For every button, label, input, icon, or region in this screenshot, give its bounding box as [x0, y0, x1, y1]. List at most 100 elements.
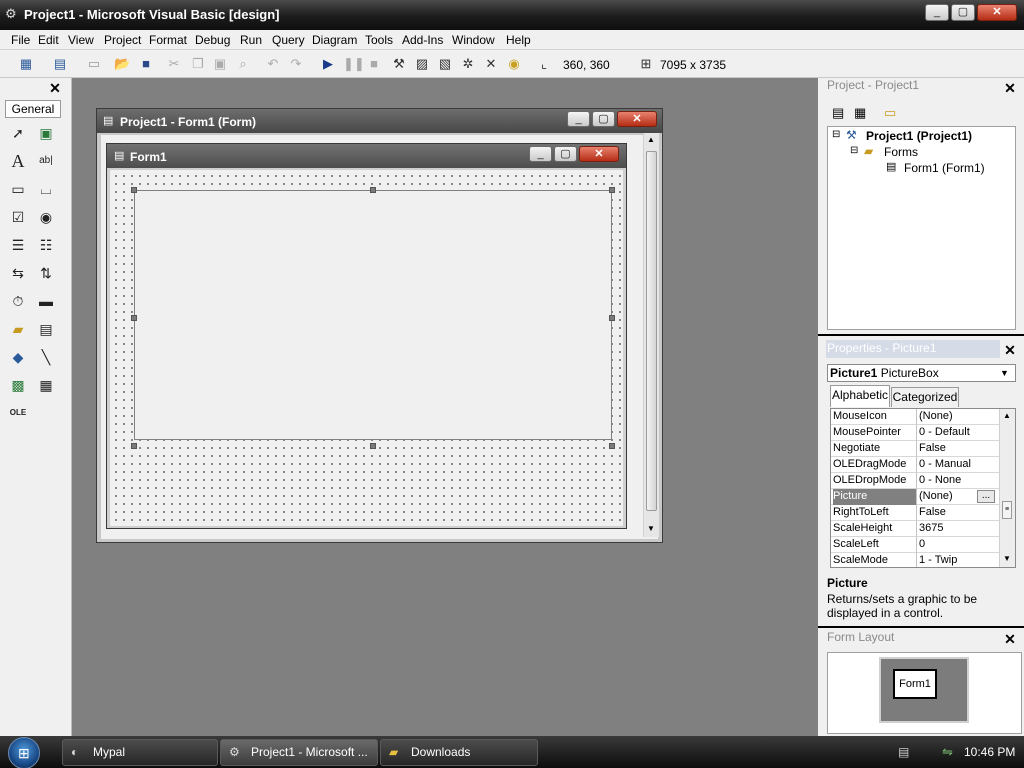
resize-handle[interactable]	[609, 443, 615, 449]
property-row[interactable]: ScaleHeight 3675	[831, 521, 999, 537]
toggle-folders-icon[interactable]: ▭	[884, 105, 896, 121]
form1-title-bar[interactable]: ▤ Form1 _ ▢ ✕	[107, 144, 626, 168]
taskbar-item-downloads[interactable]: ▰ Downloads	[380, 739, 538, 766]
combobox-tool-icon[interactable]: ☰	[7, 234, 29, 256]
shape-tool-icon[interactable]: ◆	[7, 346, 29, 368]
keyboard-icon[interactable]: ▤	[898, 745, 909, 759]
menu-file[interactable]: File	[11, 33, 30, 47]
tab-alphabetic[interactable]: Alphabetic	[830, 385, 890, 407]
filelistbox-tool-icon[interactable]: ▤	[35, 318, 57, 340]
menu-editor-icon[interactable]: ▭	[86, 56, 102, 72]
start-button[interactable]: ⊞	[8, 737, 40, 768]
menu-window[interactable]: Window	[452, 33, 495, 47]
property-row[interactable]: MouseIcon (None)	[831, 409, 999, 425]
maximize-button[interactable]: ▢	[951, 4, 975, 21]
menu-project[interactable]: Project	[104, 33, 141, 47]
end-icon[interactable]: ■	[366, 56, 382, 72]
resize-handle[interactable]	[370, 443, 376, 449]
form1[interactable]: ▤ Form1 _ ▢ ✕	[106, 143, 627, 529]
view-object-icon[interactable]: ▦	[854, 105, 866, 121]
find-icon[interactable]: ⌕	[235, 56, 251, 72]
project-explorer-close-icon[interactable]: ✕	[1003, 81, 1017, 95]
redo-icon[interactable]: ↷	[288, 56, 304, 72]
copy-icon[interactable]: ❐	[190, 56, 206, 72]
scrollbar-thumb[interactable]	[646, 151, 657, 511]
picturebox-tool-icon[interactable]: ▣	[35, 122, 57, 144]
add-project-icon[interactable]: ▦	[18, 56, 34, 72]
scrollbar-thumb[interactable]: ≡	[1002, 501, 1012, 519]
scroll-down-icon[interactable]: ▼	[647, 524, 655, 533]
form-layout-icon[interactable]: ▧	[437, 56, 453, 72]
tree-form1-item[interactable]: Form1 (Form1)	[904, 161, 985, 175]
taskbar-item-vb[interactable]: ⚙ Project1 - Microsoft ...	[220, 739, 378, 766]
resize-handle[interactable]	[609, 187, 615, 193]
tree-forms-folder[interactable]: Forms	[884, 145, 918, 159]
menu-edit[interactable]: Edit	[38, 33, 59, 47]
menu-add-ins[interactable]: Add-Ins	[402, 33, 443, 47]
break-icon[interactable]: ❚❚	[343, 56, 365, 72]
project-explorer-icon[interactable]: ⚒	[391, 56, 407, 72]
menu-query[interactable]: Query	[272, 33, 305, 47]
clock[interactable]: 10:46 PM	[964, 745, 1015, 759]
chevron-down-icon[interactable]: ▼	[1000, 365, 1009, 381]
property-row[interactable]: RightToLeft False	[831, 505, 999, 521]
open-project-icon[interactable]: 📂	[114, 56, 130, 72]
paste-icon[interactable]: ▣	[212, 56, 228, 72]
object-browser-icon[interactable]: ✲	[460, 56, 476, 72]
resize-handle[interactable]	[131, 315, 137, 321]
minimize-button[interactable]: _	[925, 4, 949, 21]
data-tool-icon[interactable]: ▦	[35, 374, 57, 396]
scroll-down-icon[interactable]: ▼	[1003, 554, 1011, 563]
form1-design-surface[interactable]	[110, 170, 623, 526]
save-project-icon[interactable]: ■	[138, 56, 154, 72]
menu-diagram[interactable]: Diagram	[312, 33, 357, 47]
form-designer-maximize-button[interactable]: ▢	[592, 111, 615, 127]
view-code-icon[interactable]: ▤	[832, 105, 844, 121]
collapse-icon[interactable]: ⊟	[850, 145, 858, 156]
ellipsis-button[interactable]: ...	[977, 490, 995, 503]
scroll-up-icon[interactable]: ▲	[647, 135, 655, 144]
ole-tool-icon[interactable]: OLE	[7, 402, 29, 424]
toolbox-icon[interactable]: ✕	[483, 56, 499, 72]
property-row[interactable]: OLEDragMode 0 - Manual	[831, 457, 999, 473]
undo-icon[interactable]: ↶	[265, 56, 281, 72]
properties-scrollbar[interactable]: ▲ ≡ ▼	[999, 409, 1015, 567]
property-row-selected[interactable]: Picture (None) ...	[831, 489, 999, 505]
property-row[interactable]: MousePointer 0 - Default	[831, 425, 999, 441]
vb-app-icon[interactable]: ⚙	[5, 7, 19, 21]
resize-handle[interactable]	[131, 187, 137, 193]
form-designer-minimize-button[interactable]: _	[567, 111, 590, 127]
designer-vertical-scrollbar[interactable]: ▲ ▼	[643, 133, 659, 537]
form1-layout-thumbnail[interactable]: Form1	[893, 669, 937, 699]
label-tool-icon[interactable]: A	[7, 150, 29, 172]
vscrollbar-tool-icon[interactable]: ⇅	[35, 262, 57, 284]
line-tool-icon[interactable]: ╲	[35, 346, 57, 368]
textbox-tool-icon[interactable]: ab|	[35, 150, 57, 172]
toolbox-tab-general[interactable]: General	[5, 100, 61, 118]
listbox-tool-icon[interactable]: ☷	[35, 234, 57, 256]
commandbutton-tool-icon[interactable]: ⌴	[35, 178, 57, 200]
form-designer-close-button[interactable]: ✕	[617, 111, 657, 127]
menu-debug[interactable]: Debug	[195, 33, 230, 47]
image-tool-icon[interactable]: ▩	[7, 374, 29, 396]
picture1-picturebox[interactable]	[134, 190, 612, 440]
properties-close-icon[interactable]: ✕	[1003, 343, 1017, 357]
menu-run[interactable]: Run	[240, 33, 262, 47]
pointer-tool-icon[interactable]: ➚	[7, 122, 29, 144]
property-row[interactable]: ScaleLeft 0	[831, 537, 999, 553]
menu-help[interactable]: Help	[506, 33, 531, 47]
dirlistbox-tool-icon[interactable]: ▰	[7, 318, 29, 340]
tab-categorized[interactable]: Categorized	[891, 387, 959, 407]
toolbox-close-icon[interactable]: ✕	[48, 81, 62, 95]
frame-tool-icon[interactable]: ▭	[7, 178, 29, 200]
menu-format[interactable]: Format	[149, 33, 187, 47]
data-view-icon[interactable]: ◉	[506, 56, 522, 72]
property-row[interactable]: Negotiate False	[831, 441, 999, 457]
hscrollbar-tool-icon[interactable]: ⇆	[7, 262, 29, 284]
menu-tools[interactable]: Tools	[365, 33, 393, 47]
resize-handle[interactable]	[370, 187, 376, 193]
resize-handle[interactable]	[609, 315, 615, 321]
form-designer-title-bar[interactable]: ▤ Project1 - Form1 (Form) _ ▢ ✕	[97, 109, 662, 133]
checkbox-tool-icon[interactable]: ☑	[7, 206, 29, 228]
tree-project-root[interactable]: Project1 (Project1)	[866, 129, 972, 143]
